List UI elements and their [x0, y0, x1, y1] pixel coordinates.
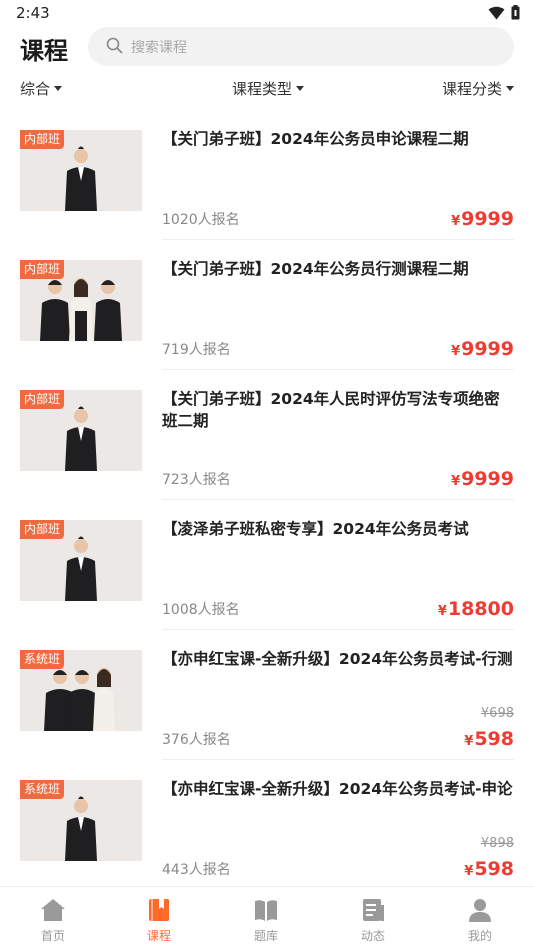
filter-course-category[interactable]: 课程分类: [442, 78, 514, 99]
course-thumbnail: 内部班: [20, 520, 142, 601]
enrollment-count: 443人报名: [162, 862, 231, 878]
currency-symbol: ¥: [451, 474, 461, 489]
course-badge: 系统班: [20, 650, 65, 669]
enrollment-count: 1020人报名: [162, 212, 240, 228]
course-thumbnail: 内部班: [20, 390, 142, 471]
course-title: 【关门弟子班】2024年公务员申论课程二期: [162, 130, 469, 148]
original-price: ¥698: [480, 706, 514, 721]
original-price: ¥898: [480, 836, 514, 851]
price-value: 598: [474, 858, 514, 880]
course-price: ¥598: [464, 858, 514, 880]
bottom-tab-bar: 首页 课程 题库 动态 我的: [0, 886, 534, 950]
instructor-photo: [40, 278, 122, 341]
tab-question-bank[interactable]: 题库: [213, 887, 319, 950]
status-time: 2:43: [16, 4, 50, 22]
course-thumbnail: 系统班: [20, 650, 142, 731]
instructor-photo: [65, 146, 97, 211]
page-title: 课程: [20, 37, 68, 65]
enrollment-count: 376人报名: [162, 732, 231, 748]
tab-home[interactable]: 首页: [0, 887, 106, 950]
course-price: ¥18800: [438, 598, 514, 620]
wifi-icon: [488, 6, 505, 19]
course-icon: [149, 899, 169, 921]
status-bar: 2:43: [0, 0, 534, 26]
tab-label: 首页: [40, 929, 65, 943]
instructor-photo: [65, 796, 97, 861]
course-price: ¥9999: [451, 468, 514, 490]
course-title: 【亦申红宝课-全新升级】2024年公务员考试-申论: [162, 780, 513, 798]
tab-courses[interactable]: 课程: [106, 887, 212, 950]
course-title: 【亦申红宝课-全新升级】2024年公务员考试-行测: [162, 650, 513, 668]
course-title: 【关门弟子班】2024年公务员行测课程二期: [162, 260, 469, 278]
enrollment-count: 719人报名: [162, 342, 231, 358]
course-title: 【关门弟子班】2024年人民时评仿写法专项绝密班二期: [162, 390, 500, 430]
course-badge: 内部班: [20, 130, 65, 149]
battery-icon: [511, 5, 520, 20]
status-icons: [488, 5, 520, 20]
home-icon: [41, 899, 65, 921]
course-title: 【凌泽弟子班私密专享】2024年公务员考试: [162, 520, 469, 538]
price-value: 9999: [461, 208, 514, 230]
course-badge: 内部班: [20, 520, 65, 539]
search-icon: [106, 37, 123, 54]
book-icon: [255, 900, 277, 921]
course-card[interactable]: 系统班 【亦申红宝课-全新升级】2024年公务员考试-申论 443人报名 ¥89…: [0, 760, 534, 890]
search-input[interactable]: 搜索课程: [88, 27, 514, 66]
filter-label: 课程类型: [232, 80, 293, 98]
course-badge: 内部班: [20, 260, 65, 279]
filter-course-type[interactable]: 课程类型: [232, 78, 305, 99]
filter-comprehensive[interactable]: 综合: [20, 78, 63, 99]
header: 课程 搜索课程: [0, 26, 534, 70]
course-price: ¥9999: [451, 208, 514, 230]
currency-symbol: ¥: [437, 604, 447, 619]
tab-profile[interactable]: 我的: [427, 887, 533, 950]
currency-symbol: ¥: [451, 214, 461, 229]
course-badge: 系统班: [20, 780, 65, 799]
course-card[interactable]: 内部班 【关门弟子班】2024年公务员行测课程二期 719人报名 ¥9999: [0, 240, 534, 370]
caret-down-icon: [54, 86, 63, 91]
price-value: 9999: [461, 338, 514, 360]
course-price: ¥598: [464, 728, 514, 750]
price-value: 18800: [447, 598, 514, 620]
tab-label: 题库: [253, 929, 278, 943]
caret-down-icon: [506, 86, 514, 91]
instructor-photo: [44, 668, 115, 731]
currency-symbol: ¥: [464, 864, 474, 879]
course-card[interactable]: 内部班 【凌泽弟子班私密专享】2024年公务员考试 1008人报名 ¥18800: [0, 500, 534, 630]
currency-symbol: ¥: [464, 734, 474, 749]
price-value: 9999: [461, 468, 514, 490]
tab-label: 我的: [467, 929, 492, 943]
tab-label: 课程: [146, 929, 171, 943]
search-placeholder: 搜索课程: [131, 40, 187, 56]
course-card[interactable]: 内部班 【关门弟子班】2024年人民时评仿写法专项绝密班二期 723人报名 ¥9…: [0, 370, 534, 500]
instructor-photo: [65, 406, 97, 471]
course-card[interactable]: 内部班 【关门弟子班】2024年公务员申论课程二期 1020人报名 ¥9999: [0, 110, 534, 240]
enrollment-count: 723人报名: [162, 472, 231, 488]
course-thumbnail: 内部班: [20, 260, 142, 341]
price-value: 598: [474, 728, 514, 750]
course-thumbnail: 系统班: [20, 780, 142, 861]
course-price: ¥9999: [451, 338, 514, 360]
course-thumbnail: 内部班: [20, 130, 142, 211]
enrollment-count: 1008人报名: [162, 602, 240, 618]
course-card[interactable]: 系统班 【亦申红宝课-全新升级】2024年公务员考试-行测 376人报名 ¥69…: [0, 630, 534, 760]
tab-news[interactable]: 动态: [320, 887, 426, 950]
filter-label: 综合: [20, 80, 51, 98]
caret-down-icon: [296, 86, 305, 91]
news-icon: [363, 899, 384, 921]
profile-icon: [469, 899, 491, 922]
tab-label: 动态: [360, 929, 385, 943]
filter-label: 课程分类: [441, 80, 502, 98]
filter-bar: 综合 课程类型 课程分类: [0, 76, 534, 102]
course-badge: 内部班: [20, 390, 65, 409]
currency-symbol: ¥: [451, 344, 461, 359]
instructor-photo: [65, 536, 97, 601]
